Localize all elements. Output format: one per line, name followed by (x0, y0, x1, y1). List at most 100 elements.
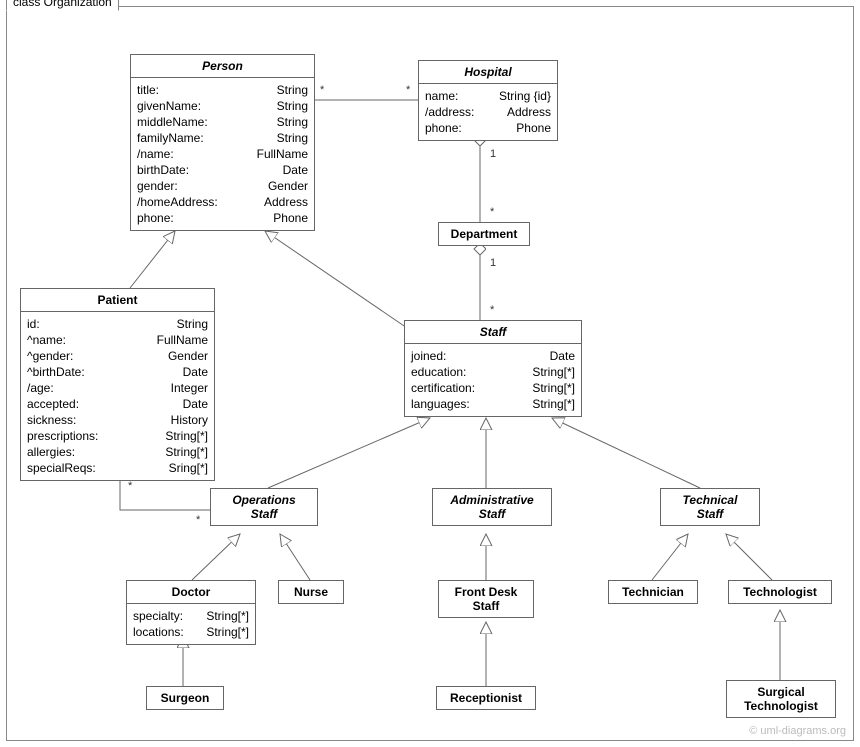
attr-name: ^name: (27, 332, 66, 348)
mult-hosp-dept-star: * (490, 206, 494, 218)
attr-type: String {id} (499, 88, 551, 104)
attribute-row: familyName: String (137, 130, 308, 146)
class-technician-title: Technician (609, 581, 697, 603)
attr-type: String (277, 130, 308, 146)
attribute-row: education: String[*] (411, 364, 575, 380)
attribute-row: phone: Phone (425, 120, 551, 136)
attribute-row: specialReqs: Sring[*] (27, 460, 208, 476)
attr-name: ^gender: (27, 348, 73, 364)
class-patient: Patient id:String^name:FullName^gender:G… (20, 288, 215, 481)
mult-hospital-side: * (406, 84, 410, 96)
class-technologist: Technologist (728, 580, 832, 604)
attr-type: Date (183, 396, 208, 412)
class-department-title: Department (439, 223, 529, 245)
attr-type: String (277, 82, 308, 98)
attr-type: String (277, 98, 308, 114)
class-technician: Technician (608, 580, 698, 604)
attr-name: specialty: (133, 608, 183, 624)
attr-name: id: (27, 316, 40, 332)
class-administrative-staff-title: Administrative Staff (433, 489, 551, 525)
attr-name: /name: (137, 146, 174, 162)
class-person-attrs: title: String givenName: String middleName: S… (131, 78, 314, 230)
class-doctor-title: Doctor (127, 581, 255, 604)
mult-hosp-dept-1: 1 (490, 148, 496, 160)
class-staff-title: Staff (405, 321, 581, 344)
attr-name: givenName: (137, 98, 201, 114)
class-front-desk-staff: Front Desk Staff (438, 580, 534, 618)
mult-ops-side: * (196, 514, 200, 526)
class-technologist-title: Technologist (729, 581, 831, 603)
attribute-row: /name: FullName (137, 146, 308, 162)
mult-patient-side: * (128, 480, 132, 492)
attribute-row: givenName: String (137, 98, 308, 114)
attr-name: education: (411, 364, 466, 380)
attr-type: Address (264, 194, 308, 210)
attr-name: birthDate: (137, 162, 189, 178)
class-surgeon: Surgeon (146, 686, 224, 710)
attr-type: String (277, 114, 308, 130)
class-hospital-attrs: name:String {id}/address:Addressphone:Ph… (419, 84, 557, 140)
attr-type: String[*] (532, 396, 575, 412)
attr-type: Date (283, 162, 308, 178)
attribute-row: specialty: String[*] (133, 608, 249, 624)
attr-name: accepted: (27, 396, 79, 412)
class-patient-title: Patient (21, 289, 214, 312)
attribute-row: sickness:History (27, 412, 208, 428)
class-doctor: Doctor specialty: String[*] locations: Stri… (126, 580, 256, 645)
attr-name: specialReqs: (27, 460, 96, 476)
class-technical-staff: Technical Staff (660, 488, 760, 526)
class-administrative-staff: Administrative Staff (432, 488, 552, 526)
class-surgical-technologist: Surgical Technologist (726, 680, 836, 718)
watermark: © uml-diagrams.org (749, 725, 846, 737)
attribute-row: ^birthDate:Date (27, 364, 208, 380)
attribute-row: allergies:String[*] (27, 444, 208, 460)
mult-person-side: * (320, 84, 324, 96)
attribute-row: ^name: FullName (27, 332, 208, 348)
attr-type: String[*] (206, 624, 249, 640)
diagram-frame: class Organization (0, 0, 860, 747)
attribute-row: locations: String[*] (133, 624, 249, 640)
attr-name: phone: (425, 120, 462, 136)
attr-name: title: (137, 82, 159, 98)
attr-name: languages: (411, 396, 470, 412)
attribute-row: /age: Integer (27, 380, 208, 396)
attribute-row: ^gender: Gender (27, 348, 208, 364)
attribute-row: accepted: Date (27, 396, 208, 412)
attr-name: /age: (27, 380, 54, 396)
attr-type: Date (550, 348, 575, 364)
class-patient-attrs: id:String^name:FullName^gender:Gender^bi… (21, 312, 214, 480)
attribute-row: prescriptions:String[*] (27, 428, 208, 444)
attr-type: String[*] (532, 364, 575, 380)
class-hospital: Hospital name:String {id}/address:Addres… (418, 60, 558, 141)
mult-dept-staff-star: * (490, 304, 494, 316)
attr-type: Phone (516, 120, 551, 136)
attribute-row: phone:Phone (137, 210, 308, 226)
class-person-title: Person (131, 55, 314, 78)
class-staff: Staff joined: Date education: String[*]cert… (404, 320, 582, 417)
attr-name: middleName: (137, 114, 208, 130)
attr-name: allergies: (27, 444, 75, 460)
attr-type: Sring[*] (169, 460, 208, 476)
attr-type: Integer (171, 380, 208, 396)
attr-type: String[*] (532, 380, 575, 396)
attr-type: FullName (257, 146, 308, 162)
class-surgeon-title: Surgeon (147, 687, 223, 709)
attribute-row: certification:String[*] (411, 380, 575, 396)
attr-name: sickness: (27, 412, 76, 428)
frame-title: class Organization (6, 0, 119, 11)
attribute-row: /homeAddress: Address (137, 194, 308, 210)
attribute-row: /address:Address (425, 104, 551, 120)
mult-dept-staff-1: 1 (490, 257, 496, 269)
attr-type: FullName (157, 332, 208, 348)
attribute-row: gender: Gender (137, 178, 308, 194)
class-front-desk-staff-title: Front Desk Staff (439, 581, 533, 617)
attr-type: String[*] (206, 608, 249, 624)
attr-name: /homeAddress: (137, 194, 218, 210)
attr-name: locations: (133, 624, 184, 640)
attr-type: Gender (168, 348, 208, 364)
attr-name: joined: (411, 348, 446, 364)
attr-type: String[*] (165, 428, 208, 444)
attr-name: gender: (137, 178, 178, 194)
attr-type: Gender (268, 178, 308, 194)
attr-name: familyName: (137, 130, 204, 146)
